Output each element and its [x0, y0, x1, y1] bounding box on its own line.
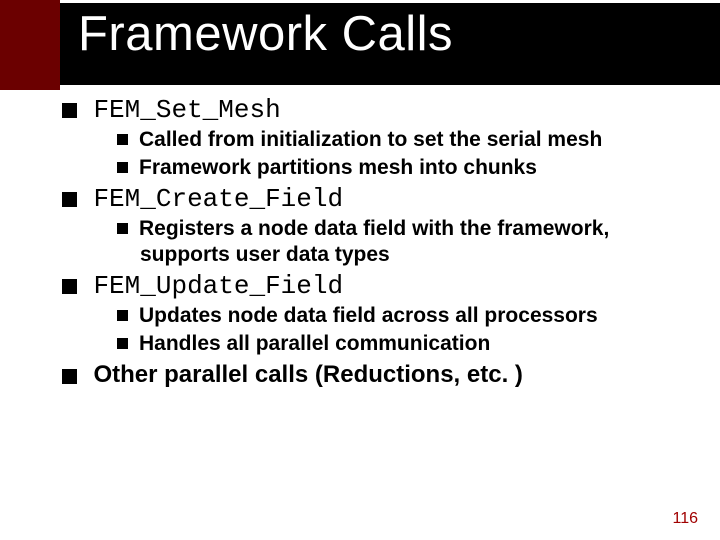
sub-label: Called from initialization to set the se… — [139, 128, 602, 151]
bullet-main: Other parallel calls (Reductions, etc. ) — [90, 361, 680, 389]
page-number: 116 — [672, 510, 698, 528]
main-label: FEM_Update_Field — [93, 271, 343, 301]
square-bullet-icon — [62, 103, 77, 118]
bullet-sub: Updates node data field across all proce… — [140, 303, 680, 329]
sub-label: Framework partitions mesh into chunks — [139, 156, 537, 179]
square-bullet-icon — [62, 192, 77, 207]
bullet-main: FEM_Create_Field Registers a node data f… — [90, 184, 680, 267]
sub-list: Registers a node data field with the fra… — [140, 216, 680, 267]
square-bullet-icon — [117, 338, 128, 349]
bullet-sub: Called from initialization to set the se… — [140, 127, 680, 153]
main-label: FEM_Create_Field — [93, 184, 343, 214]
sub-label: Registers a node data field with the fra… — [139, 217, 609, 266]
bullet-main: FEM_Update_Field Updates node data field… — [90, 271, 680, 356]
bullet-sub: Framework partitions mesh into chunks — [140, 155, 680, 181]
sub-label: Handles all parallel communication — [139, 332, 490, 355]
sub-list: Called from initialization to set the se… — [140, 127, 680, 180]
main-label: FEM_Set_Mesh — [93, 95, 280, 125]
bullet-main: FEM_Set_Mesh Called from initialization … — [90, 95, 680, 180]
square-bullet-icon — [62, 369, 77, 384]
header: Framework Calls — [0, 0, 720, 90]
bullet-sub: Registers a node data field with the fra… — [140, 216, 680, 267]
square-bullet-icon — [117, 134, 128, 145]
sub-list: Updates node data field across all proce… — [140, 303, 680, 356]
content-area: FEM_Set_Mesh Called from initialization … — [0, 95, 720, 500]
square-bullet-icon — [117, 310, 128, 321]
sub-label: Updates node data field across all proce… — [139, 304, 598, 327]
header-accent-block — [0, 0, 60, 90]
square-bullet-icon — [62, 279, 77, 294]
slide: Framework Calls FEM_Set_Mesh Called from… — [0, 0, 720, 540]
square-bullet-icon — [117, 162, 128, 173]
bullet-sub: Handles all parallel communication — [140, 331, 680, 357]
main-label: Other parallel calls (Reductions, etc. ) — [93, 361, 522, 388]
slide-title: Framework Calls — [78, 6, 453, 62]
square-bullet-icon — [117, 223, 128, 234]
